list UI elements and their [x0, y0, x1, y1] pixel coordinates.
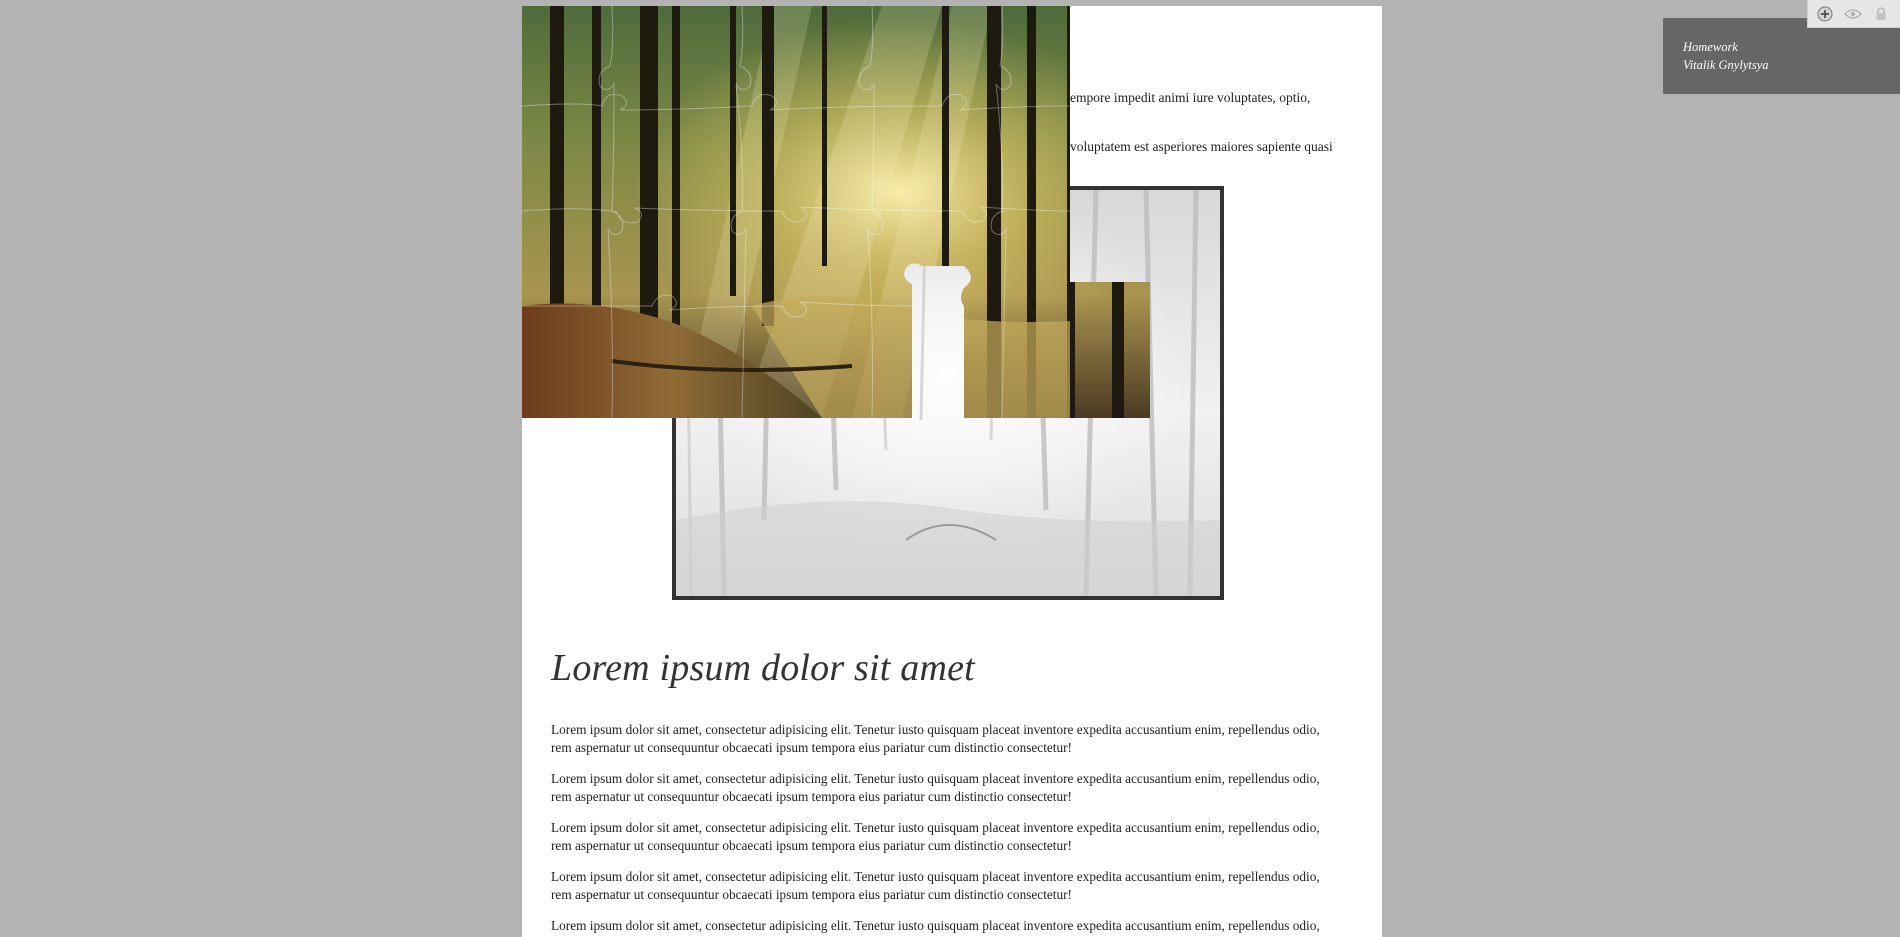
article-title: Lorem ipsum dolor sit amet [551, 647, 975, 689]
page-column: empore impedit animi iure voluptates, op… [522, 6, 1382, 937]
article-paragraph: Lorem ipsum dolor sit amet, consectetur … [551, 722, 1320, 755]
puzzle-assembled-image[interactable] [522, 6, 1150, 418]
eye-icon[interactable] [1844, 5, 1862, 23]
mini-toolbar [1807, 0, 1900, 28]
article-paragraph: Lorem ipsum dolor sit amet, consectetur … [551, 869, 1320, 902]
credit-box: Homework Vitalik Gnylytsya [1663, 18, 1900, 94]
article-paragraph: Lorem ipsum dolor sit amet, consectetur … [551, 918, 1320, 937]
article-paragraph: Lorem ipsum dolor sit amet, consectetur … [551, 771, 1320, 804]
credit-author: Vitalik Gnylytsya [1683, 58, 1769, 72]
article-paragraph: Lorem ipsum dolor sit amet, consectetur … [551, 820, 1320, 853]
plus-icon[interactable] [1816, 5, 1834, 23]
credit-title: Homework [1683, 40, 1738, 54]
lock-icon[interactable] [1872, 5, 1890, 23]
